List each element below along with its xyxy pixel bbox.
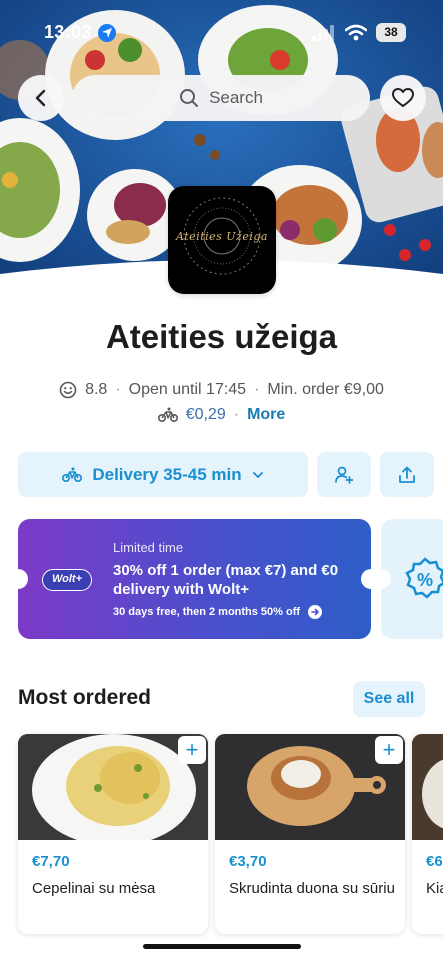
item-price: €7,70 xyxy=(32,853,70,870)
discount-promo-card[interactable]: % xyxy=(381,519,443,639)
venue-info-line: 8.8 · Open until 17:45 · Min. order €9,0… xyxy=(0,381,443,399)
delivery-time-label: Delivery 35-45 min xyxy=(92,464,242,484)
plus-icon: + xyxy=(185,737,199,762)
share-button[interactable] xyxy=(380,452,434,497)
battery-indicator: 38 xyxy=(376,23,406,42)
home-indicator xyxy=(143,944,301,949)
plus-icon: + xyxy=(382,737,396,762)
delivery-fee: €0,29 xyxy=(185,406,226,423)
search-label: Search xyxy=(209,88,263,107)
percent-badge-icon: % xyxy=(405,557,443,599)
promo-subtitle-row: 30 days free, then 2 months 50% off xyxy=(113,605,323,619)
more-link[interactable]: More xyxy=(247,406,285,424)
ticket-notch xyxy=(381,569,391,589)
menu-item-card[interactable]: €6 Kia xyxy=(412,734,443,934)
back-button[interactable] xyxy=(18,75,64,121)
search-bar[interactable]: Search xyxy=(72,75,370,121)
signal-icon xyxy=(312,25,334,41)
see-all-button[interactable]: See all xyxy=(353,681,425,717)
venue-name: Ateities užeiga xyxy=(105,318,338,355)
item-name: Skrudinta duona su sūriu xyxy=(229,880,395,897)
opening-hours: Open until 17:45 xyxy=(128,381,247,398)
rating: 8.8 xyxy=(85,381,108,398)
location-arrow-icon xyxy=(98,24,116,42)
wolt-plus-promo-card[interactable]: Wolt+ Limited time 30% off 1 order (max … xyxy=(18,519,371,639)
smiley-icon xyxy=(59,381,77,399)
item-name: Kia xyxy=(426,880,443,897)
bike-icon xyxy=(157,407,178,422)
section-title-most-ordered: Most ordered xyxy=(18,686,152,709)
add-person-icon xyxy=(335,466,354,484)
heart-icon xyxy=(392,88,414,107)
search-icon xyxy=(180,89,199,107)
delivery-time-button[interactable]: Delivery 35-45 min xyxy=(18,452,308,497)
item-name: Cepelinai su mėsa xyxy=(32,880,156,897)
logo-wordmark: Ateities Užeiga xyxy=(176,230,268,243)
chevron-down-icon xyxy=(252,471,263,478)
add-item-button[interactable]: + xyxy=(178,736,206,764)
item-price: €3,70 xyxy=(229,853,267,870)
arrow-right-icon xyxy=(308,605,323,619)
item-price: €6 xyxy=(426,853,443,870)
venue-logo: Ateities Užeiga xyxy=(168,186,276,294)
menu-item-card[interactable]: + €7,70 Cepelinai su mėsa xyxy=(18,734,208,934)
back-chevron-icon xyxy=(35,89,46,107)
promo-kicker: Limited time xyxy=(113,540,184,555)
separator-dot: · xyxy=(254,381,260,398)
separator-dot: · xyxy=(115,381,121,398)
ticket-notch xyxy=(18,569,28,589)
ticket-notch xyxy=(361,569,371,589)
separator-dot: · xyxy=(233,406,240,423)
percent-symbol: % xyxy=(417,570,433,590)
group-order-button[interactable] xyxy=(317,452,371,497)
promo-subtitle: 30 days free, then 2 months 50% off xyxy=(113,606,301,618)
menu-item-card[interactable]: + €3,70 Skrudinta duona su sūriu xyxy=(215,734,405,934)
status-bar: 13:03 38 xyxy=(0,0,443,62)
wolt-plus-badge: Wolt+ xyxy=(42,569,92,591)
promo-title: 30% off 1 order (max €7) and €0 delivery… xyxy=(113,562,339,598)
venue-fee-line: €0,29 · More xyxy=(0,406,443,424)
share-icon xyxy=(399,466,415,483)
menu-item-image xyxy=(412,734,443,840)
favorite-button[interactable] xyxy=(380,75,426,121)
min-order: Min. order €9,00 xyxy=(267,381,384,398)
add-item-button[interactable]: + xyxy=(375,736,403,764)
status-time: 13:03 xyxy=(44,22,92,42)
bike-icon xyxy=(62,467,83,482)
wifi-icon xyxy=(345,24,367,41)
